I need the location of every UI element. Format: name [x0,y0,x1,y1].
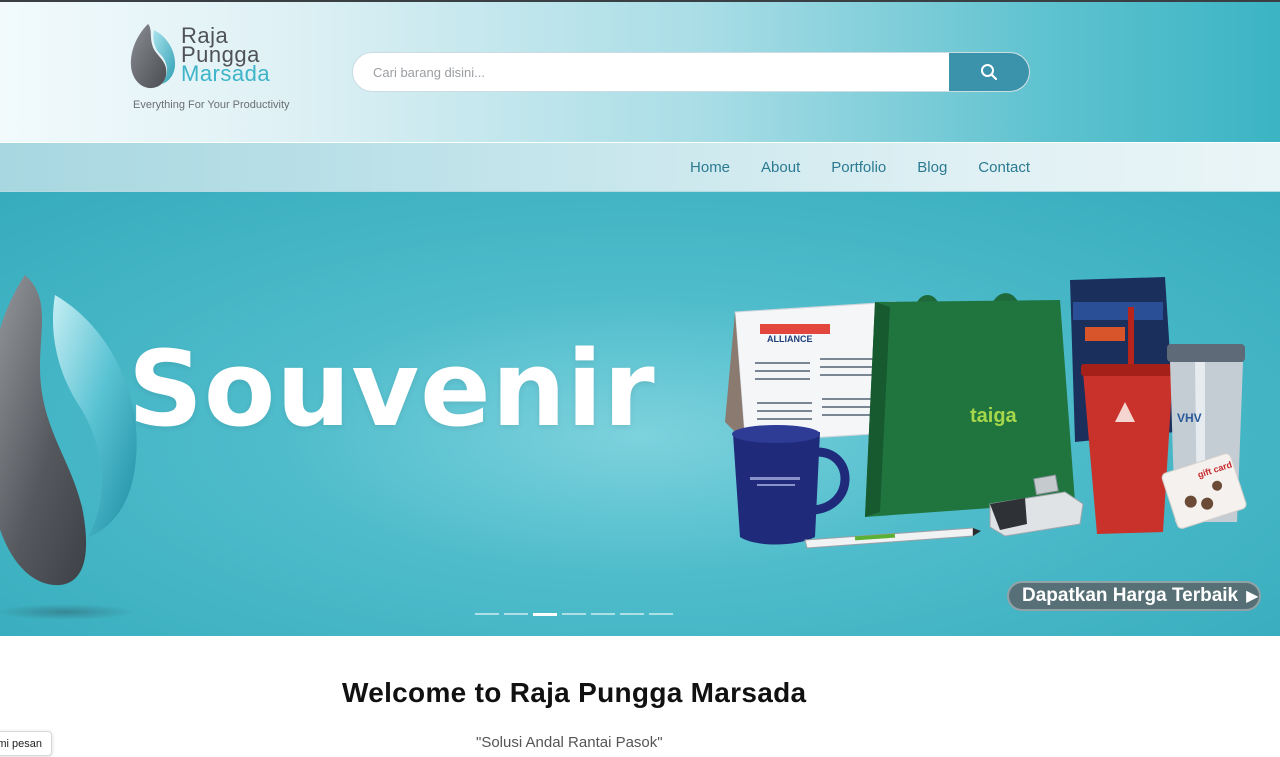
hero-title: Souvenir [128,328,656,450]
slide-indicator[interactable] [475,613,499,615]
logo-tagline: Everything For Your Productivity [133,99,290,111]
chat-widget-tab[interactable]: mi pesan [0,731,52,756]
slide-indicator[interactable] [649,613,673,615]
slider-indicators [475,613,678,616]
hero-slider[interactable]: Souvenir ALLIANCE taiga VHV gift card Da… [0,192,1280,636]
nav-menu: Home About Portfolio Blog Contact [659,143,1030,191]
logo-drop-icon [130,24,176,89]
nav-item-about[interactable]: About [761,159,800,176]
nav-item-contact[interactable]: Contact [978,159,1030,176]
souvenir-products-image: ALLIANCE taiga VHV gift card [725,277,1247,549]
search-bar [352,52,1030,92]
slide-indicator[interactable] [591,613,615,615]
site-header: Raja Pungga Marsada Everything For Your … [0,2,1280,142]
pen-product [804,527,981,549]
logo-line-3: Marsada [181,61,271,86]
slide-indicator[interactable] [620,613,644,615]
bag-brand: taiga [970,405,1018,427]
tumbler-brand: VHV [1177,411,1202,425]
mug-product [732,425,850,545]
slide-indicator[interactable] [504,613,528,615]
nav-item-blog[interactable]: Blog [917,159,947,176]
slide-indicator[interactable] [562,613,586,615]
get-best-price-button[interactable]: Dapatkan Harga Terbaik ▶ [1007,581,1261,611]
logo-wordmark: Raja Pungga Marsada [181,25,271,86]
nav-item-home[interactable]: Home [690,159,730,176]
slide-indicator-active[interactable] [533,613,557,616]
calendar-brand: ALLIANCE [767,334,813,344]
company-motto: "Solusi Andal Rantai Pasok" [476,734,663,751]
main-nav: Home About Portfolio Blog Contact [0,142,1280,192]
cta-label: Dapatkan Harga Terbaik [1022,585,1239,606]
site-logo[interactable]: Raja Pungga Marsada Everything For Your … [128,22,318,122]
search-button[interactable] [949,53,1029,91]
welcome-heading: Welcome to Raja Pungga Marsada [342,677,807,708]
search-input[interactable] [353,53,949,91]
nav-item-portfolio[interactable]: Portfolio [831,159,886,176]
search-icon [981,64,998,81]
play-arrow-icon: ▶ [1246,588,1259,605]
